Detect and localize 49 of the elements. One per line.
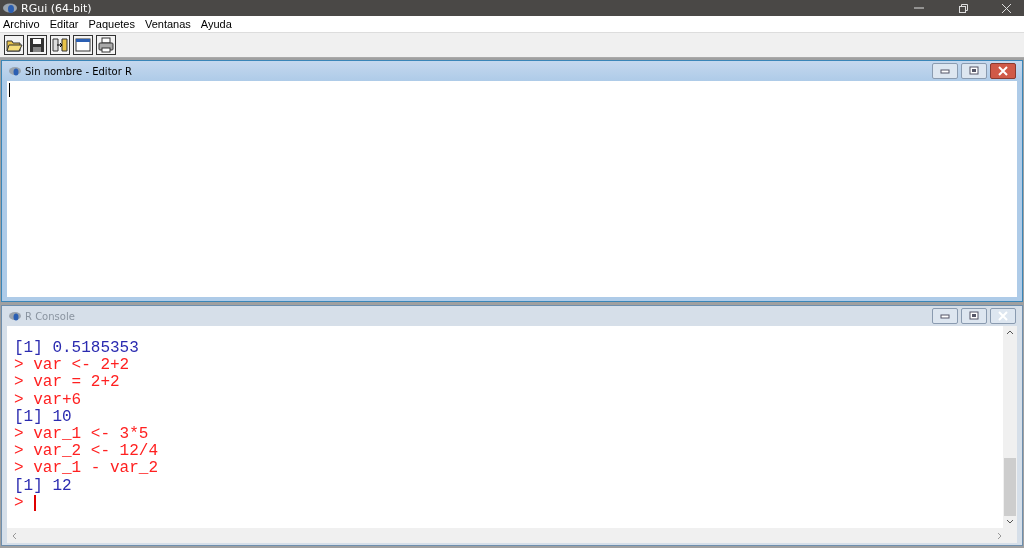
logo-icon bbox=[2, 2, 18, 14]
restore-icon[interactable] bbox=[957, 2, 969, 14]
maximize-button[interactable] bbox=[961, 63, 987, 79]
window-title: RGui (64-bit) bbox=[21, 1, 92, 15]
console-input-line: > bbox=[14, 494, 24, 512]
menu-item[interactable]: Archivo bbox=[3, 18, 40, 30]
menu-item[interactable]: Ayuda bbox=[200, 18, 232, 30]
menu-item[interactable]: Editar bbox=[49, 18, 79, 30]
menu-item[interactable]: Paquetes bbox=[88, 18, 135, 30]
minimize-icon bbox=[939, 311, 951, 321]
console-output-line: [1] 12 bbox=[14, 477, 72, 495]
logo-icon bbox=[8, 310, 22, 322]
horizontal-scrollbar[interactable] bbox=[7, 528, 1017, 543]
console-output-line: [1] 10 bbox=[14, 408, 72, 426]
toolbar-button[interactable] bbox=[4, 35, 24, 55]
scroll-down-icon bbox=[1006, 518, 1014, 525]
console-input-line: > var+6 bbox=[14, 391, 82, 409]
minimize-icon bbox=[939, 66, 951, 76]
window-icon bbox=[74, 36, 92, 54]
maximize-button[interactable] bbox=[961, 308, 987, 324]
console-output-line: [1] 0.5185353 bbox=[14, 340, 139, 358]
window-title: R Console bbox=[25, 310, 75, 322]
close-button[interactable] bbox=[990, 63, 1016, 79]
vertical-scrollbar[interactable] bbox=[1003, 326, 1017, 528]
scroll-right-icon bbox=[995, 531, 1003, 540]
maximize-icon bbox=[968, 311, 980, 321]
menu-item[interactable]: Ventanas bbox=[144, 18, 191, 30]
close-icon bbox=[997, 311, 1009, 321]
console-input-line: > var_1 <- 3*5 bbox=[14, 425, 149, 443]
toolbar-button[interactable] bbox=[73, 35, 93, 55]
scroll-up-icon bbox=[1006, 329, 1014, 336]
text-cursor bbox=[9, 83, 10, 97]
toolbar-button[interactable] bbox=[96, 35, 116, 55]
console-input-line: > var <- 2+2 bbox=[14, 357, 130, 375]
close-icon[interactable] bbox=[1001, 2, 1012, 14]
console-input-line: > var_1 - var_2 bbox=[14, 460, 159, 478]
window-title: Sin nombre - Editor R bbox=[25, 65, 132, 77]
console-input-line: > var = 2+2 bbox=[14, 374, 120, 392]
maximize-icon bbox=[968, 66, 980, 76]
logo-icon bbox=[8, 65, 22, 77]
console-input-line: > var_2 <- 12/4 bbox=[14, 443, 159, 461]
text-cursor bbox=[33, 495, 36, 512]
close-icon bbox=[997, 66, 1009, 76]
printer-icon bbox=[97, 36, 115, 54]
scrollbar-thumb[interactable] bbox=[1004, 458, 1016, 516]
paste-icon bbox=[51, 36, 69, 54]
toolbar-button[interactable] bbox=[27, 35, 47, 55]
scroll-left-icon bbox=[11, 531, 19, 540]
toolbar-button[interactable] bbox=[50, 35, 70, 55]
